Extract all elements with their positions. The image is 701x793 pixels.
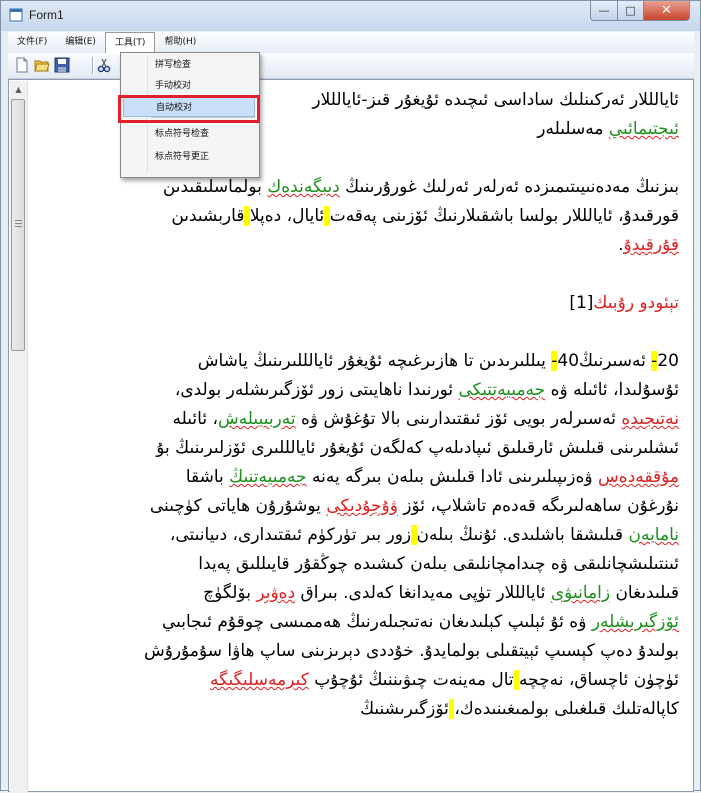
text-line: ئۈچۈن ئاچساق، نەچچە تال مەينەت چىۋىننىڭ …: [39, 666, 679, 695]
reference-mark: [1]: [569, 293, 594, 313]
text-run: زور بىر تۈركۈم ئىقتىدارى، دىيانىتى،: [169, 525, 412, 545]
minimize-button[interactable]: —: [590, 1, 618, 21]
title-bar[interactable]: Form1 — □ ✕: [1, 1, 700, 31]
menu-item-punctuation-fix[interactable]: 标点符号更正: [123, 147, 255, 167]
save-icon[interactable]: [54, 57, 70, 73]
text-line: كاپالەتلىك قىلغىلى بولمىغىنىدەك، ئۆزگىرى…: [39, 695, 679, 724]
new-file-icon[interactable]: [14, 57, 30, 73]
scroll-up-icon[interactable]: ▲: [10, 81, 27, 98]
text-run: بولىدۇ دەپ كېسىپ ئېيتقىلى بولمايدۇ. خۇدد…: [143, 641, 679, 661]
spell-error-word[interactable]: قۇرقىدۇ: [623, 235, 679, 255]
text-run: قىلىشقا باشلىدى. ئۇنىڭ بىلەن: [416, 525, 629, 545]
window-title: Form1: [29, 8, 64, 22]
text-run: ئايالللار ئەركىنلىك ساداسى ئىچىدە ئۇيغۇر…: [312, 90, 679, 110]
cut-icon[interactable]: [96, 57, 112, 73]
text-run: قاربشىدىن: [171, 206, 245, 226]
annotation-highlight-box: [118, 95, 260, 123]
menu-help[interactable]: 帮助(H): [155, 32, 205, 53]
text-run: ئەسىرنىڭ40: [557, 351, 652, 371]
text-run: ئورنىدا ناھايىتى زور ئۆزگىرىشلەر بولدى،: [174, 380, 459, 400]
text-run: قىلىدىغان: [610, 583, 679, 603]
maximize-button[interactable]: □: [617, 1, 644, 21]
heading-text: تېئودو رۇبىك: [593, 293, 679, 313]
spell-flag-word[interactable]: جەمىيەتتىكى: [459, 380, 546, 400]
menu-edit[interactable]: 编辑(E): [56, 32, 105, 53]
text-run: كاپالەتلىك قىلغىلى بولمىغىنىدەك،: [454, 699, 679, 719]
text-line: قىلىدىغان زامانىۋى ئايالللار تۈپى مەيدان…: [39, 579, 679, 608]
spell-flag-word[interactable]: تەربىيىلەش: [218, 409, 296, 429]
text-run: ئۈچۈن ئاچساق، نەچچە: [519, 670, 679, 690]
spell-error-word[interactable]: مۇققەدەس: [598, 467, 679, 487]
text-line: ئۆزگىرىشلەر ۋە ئۇ ئېلىپ كېلىدىغان نەتىجى…: [39, 608, 679, 637]
vertical-scrollbar[interactable]: ▲: [10, 81, 28, 792]
text-line: ئىشلىرىنى قىلىش ئارقىلىق ئىپادىلەپ كەلگە…: [39, 434, 679, 463]
open-folder-icon[interactable]: [34, 57, 50, 73]
menu-item-spell-check[interactable]: 拼写检查: [123, 55, 255, 75]
text-line: نەتىجىدە ئەسىرلەر بويى ئۆز ئىقتىدارىنى ب…: [39, 405, 679, 434]
heading-line: تېئودو رۇبىك[1]: [39, 289, 679, 318]
text-line: ئۇسۇلىدا، ئائىلە ۋە جەمىيەتتىكى ئورنىدا …: [39, 376, 679, 405]
menu-item-punctuation-check[interactable]: 标点符号检查: [123, 124, 255, 144]
text-run: يىللىرىدىن تا ھازىرغىچە: [382, 351, 552, 371]
text-line: قۇرقىدۇ.: [39, 231, 679, 260]
menu-bar: 文件(F) 编辑(E) 工具(T) 帮助(H): [8, 32, 694, 53]
text-run: ئايال، دەپلا: [249, 206, 325, 226]
text-run: ئۇسۇلىدا، ئائىلە ۋە: [545, 380, 679, 400]
text-run: باشقا: [185, 467, 230, 487]
spell-flag-word[interactable]: دىبگەندەك: [267, 177, 340, 197]
grip-line: [15, 226, 22, 227]
spell-flag-word[interactable]: ئۆزگىرىشلەر: [592, 612, 679, 632]
text-line: ئىنتىلىشچانلىقى ۋە چىدامچانلىقى بىلەن كى…: [39, 550, 679, 579]
menu-item-manual-proofread[interactable]: 手动校对: [123, 76, 255, 96]
grip-line: [15, 220, 22, 221]
text-run: ، ئائىلە: [172, 409, 218, 429]
text-run: ئۆزگىرىشنىڭ: [360, 699, 449, 719]
spell-flag-word[interactable]: جەمىيەتنىڭ: [229, 467, 306, 487]
scrollbar-thumb[interactable]: [11, 99, 25, 351]
close-button[interactable]: ✕: [643, 1, 690, 21]
menu-tools[interactable]: 工具(T): [104, 32, 156, 53]
document-editor[interactable]: ▲ ئايالللار ئەركىنلىك ساداسى ئىچىدە ئۇيغ…: [8, 79, 694, 792]
spell-flag-word[interactable]: ئىجتىمائىي: [609, 119, 679, 139]
text-run: ئىنتىلىشچانلىقى ۋە چىدامچانلىقى بىلەن كى…: [198, 554, 679, 574]
text-line: 20- ئەسىرنىڭ40- يىللىرىدىن تا ھازىرغىچە …: [39, 347, 679, 376]
text-run: بىزنىڭ مەدەنىيىتىمىزدە ئەرلەر ئەرلىك غور…: [339, 177, 679, 197]
spell-error-word[interactable]: نەتىجىدە: [621, 409, 679, 429]
text-run: ئۇيغۇر ئايالللىرىنىڭ ياشاش: [197, 351, 383, 371]
menu-file[interactable]: 文件(F): [8, 32, 56, 53]
text-run: بولماسلىقىدىن: [162, 177, 268, 197]
document-text: ئايالللار ئەركىنلىك ساداسى ئىچىدە ئۇيغۇر…: [39, 80, 679, 793]
text-line: نامايەن قىلىشقا باشلىدى. ئۇنىڭ بىلەن زور…: [39, 521, 679, 550]
text-line: بولىدۇ دەپ كېسىپ ئېيتقىلى بولمايدۇ. خۇدد…: [39, 637, 679, 666]
app-icon: [9, 8, 23, 22]
text-line: قورقىدۇ، ئايالللار بولسا باشقىلارنىڭ ئۆز…: [39, 202, 679, 231]
text-run: ۋەزىپىلىرىنى ئادا قىلىش بىلەن بىرگە يەنە: [306, 467, 599, 487]
spell-flag-word[interactable]: زامانىۋى: [551, 583, 610, 603]
spell-error-word[interactable]: دەۋىر: [256, 583, 295, 603]
text-run: يوشۇرۇن ھاياتى كۈچىنى: [149, 496, 327, 516]
grip-line: [15, 223, 22, 224]
text-run: 20: [657, 351, 679, 371]
text-run: ۋە ئۇ ئېلىپ كېلىدىغان نەتىجىلەرنىڭ ھەممى…: [161, 612, 592, 632]
main-window: Form1 — □ ✕ 文件(F) 编辑(E) 工具(T) 帮助(H) ▲ ئا…: [0, 0, 701, 792]
spell-error-word[interactable]: ۋۇجۇدىكى: [326, 496, 398, 516]
text-run: نۇرغۇن ساھەلىرىگە قەدەم تاشلاپ، ئۆز: [397, 496, 679, 516]
text-run: ئىشلىرىنى قىلىش ئارقىلىق ئىپادىلەپ كەلگە…: [156, 438, 679, 458]
text-run: ئەسىرلەر بويى ئۆز ئىقتىدارىنى بالا تۇغۇش…: [295, 409, 622, 429]
spell-flag-word[interactable]: نامايەن: [628, 525, 679, 545]
text-run: ئايالللار تۈپى مەيدانغا كەلدى. بىراق: [295, 583, 551, 603]
text-run: تال مەينەت چىۋىننىڭ ئۇچۇپ: [308, 670, 514, 690]
toolbar-separator: [92, 57, 94, 74]
text-run: قورقىدۇ، ئايالللار بولسا باشقىلارنىڭ ئۆز…: [329, 206, 679, 226]
text-line: نۇرغۇن ساھەلىرىگە قەدەم تاشلاپ، ئۆز ۋۇجۇ…: [39, 492, 679, 521]
text-run: مەسلىلەر: [537, 119, 609, 139]
toolbar: [8, 53, 694, 79]
text-run: بۆلگۈچ: [203, 583, 257, 603]
text-line: مۇققەدەس ۋەزىپىلىرىنى ئادا قىلىش بىلەن ب…: [39, 463, 679, 492]
spell-error-word[interactable]: كىرمەسلىگىگە: [210, 670, 309, 690]
